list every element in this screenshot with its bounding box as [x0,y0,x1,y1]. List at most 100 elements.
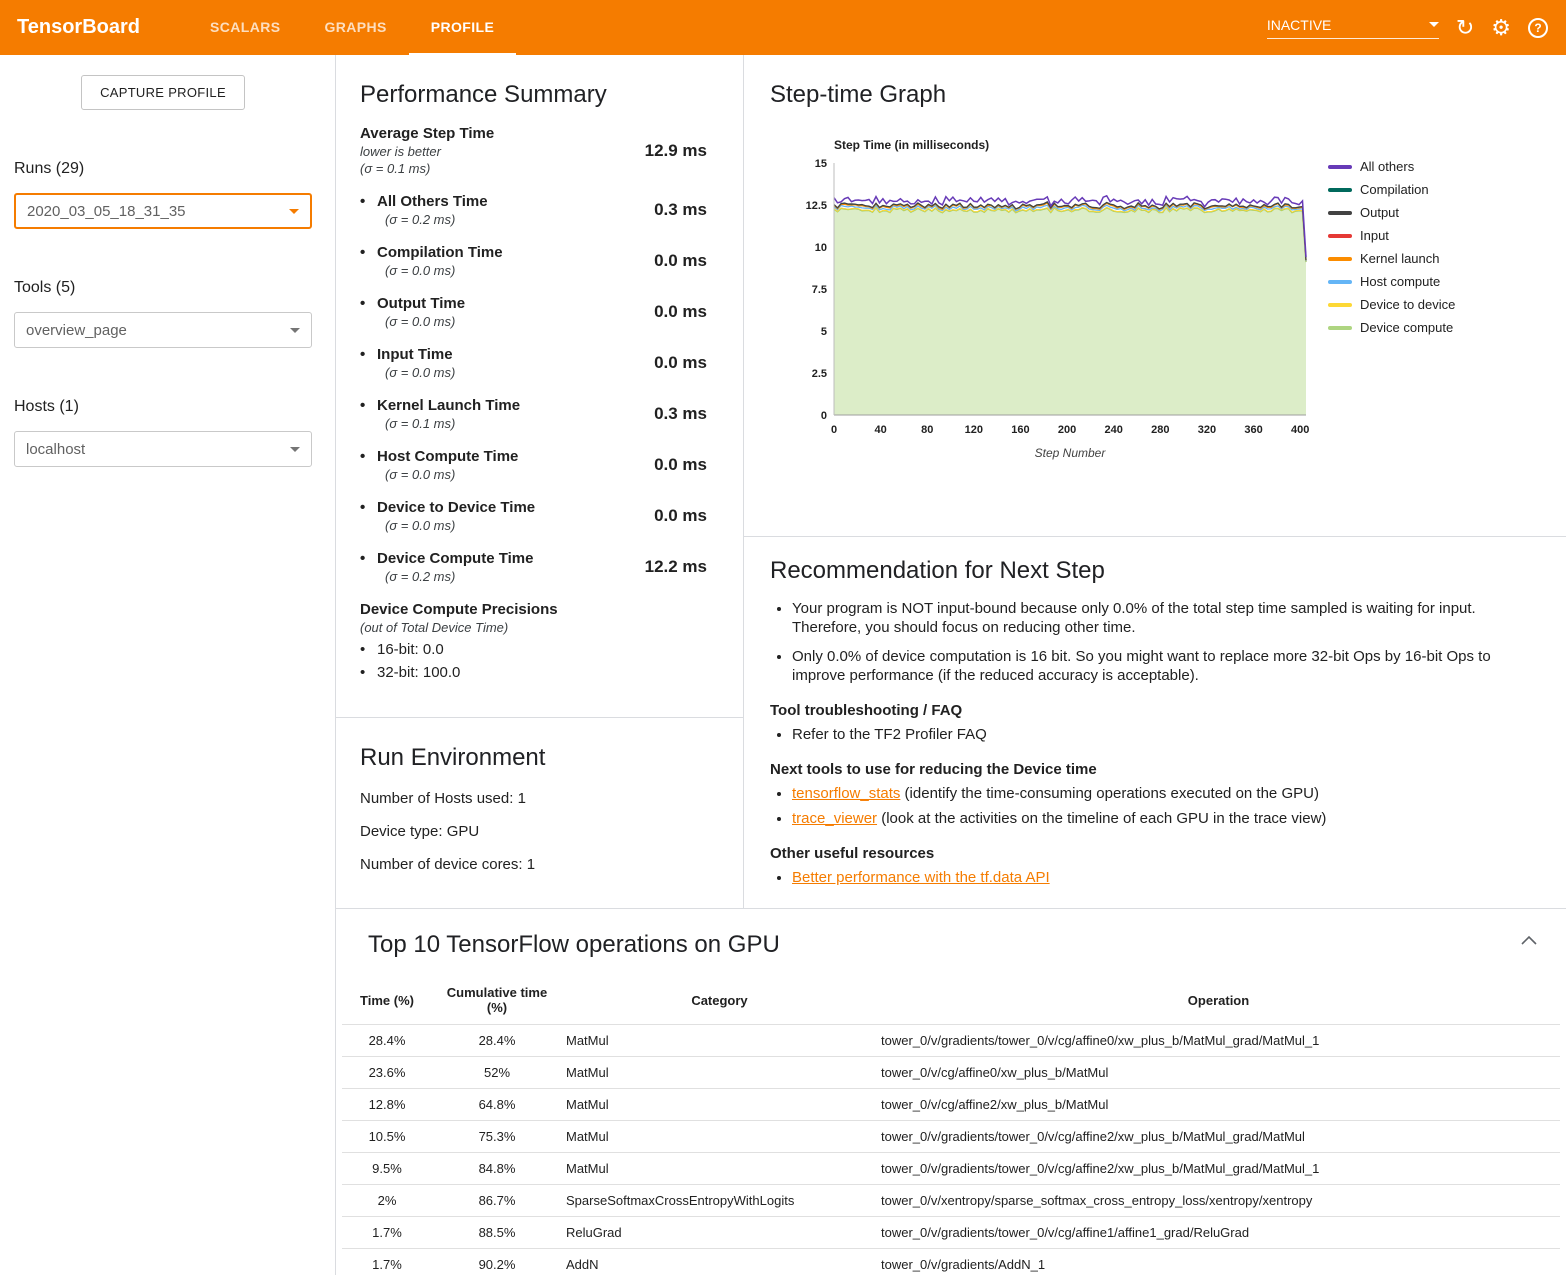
legend-swatch [1328,326,1352,330]
perf-item-text: •Input Time(σ = 0.0 ms) [360,346,455,380]
dropdown-caret-icon [290,328,300,333]
precision-item: •16-bit: 0.0 [360,641,707,658]
legend-item: Input [1328,228,1455,243]
recommendation-list: Better performance with the tf.data API [770,868,1536,887]
tab-graphs[interactable]: GRAPHS [302,0,408,55]
legend-label: Compilation [1360,182,1429,197]
table-cell: 10.5% [342,1121,432,1153]
bullet-icon: • [360,397,377,414]
table-cell: tower_0/v/gradients/tower_0/v/cg/affine0… [877,1025,1560,1057]
bullet-icon: • [360,664,377,681]
table-cell: tower_0/v/cg/affine0/xw_plus_b/MatMul [877,1057,1560,1089]
settings-gear-icon[interactable]: ⚙ [1491,17,1511,39]
top-ops-section: Top 10 TensorFlow operations on GPU Time… [336,908,1566,1275]
svg-text:400: 400 [1291,424,1309,436]
step-time-graph-section: Step-time Graph 02.557.51012.51504080120… [744,55,1566,537]
perf-item-text: •Compilation Time(σ = 0.0 ms) [360,244,503,278]
recommendation-link[interactable]: Better performance with the tf.data API [792,869,1050,886]
bullet-icon: • [360,193,377,210]
metric-value: 0.0 ms [654,251,707,271]
svg-text:5: 5 [821,326,827,338]
precisions-items: •16-bit: 0.0•32-bit: 100.0 [360,641,707,681]
metric-value: 0.0 ms [654,455,707,475]
recommendation-title: Recommendation for Next Step [770,557,1536,585]
metric-sigma: (σ = 0.0 ms) [385,467,518,482]
metric-name: •Input Time [360,346,455,363]
hosts-label: Hosts (1) [14,398,312,416]
app-body: CAPTURE PROFILE Runs (29) 2020_03_05_18_… [0,55,1566,1275]
tools-select-value: overview_page [26,322,127,339]
step-time-graph-title: Step-time Graph [770,81,1540,109]
tab-profile[interactable]: PROFILE [409,0,516,55]
recommendation-list-item: Better performance with the tf.data API [792,868,1536,887]
perf-item: •Compilation Time(σ = 0.0 ms) 0.0 ms [360,244,707,278]
column-header: Category [562,977,877,1025]
summary-column: Performance Summary Average Step Time lo… [336,55,744,908]
table-row: 12.8%64.8%MatMultower_0/v/cg/affine2/xw_… [342,1089,1560,1121]
metric-name: •Device to Device Time [360,499,535,516]
svg-text:160: 160 [1011,424,1029,436]
perf-items: •All Others Time(σ = 0.2 ms)0.3 ms•Compi… [360,193,707,584]
table-cell: 86.7% [432,1185,562,1217]
table-cell: 64.8% [432,1089,562,1121]
recommendation-list: Refer to the TF2 Profiler FAQ [770,725,1536,744]
legend-swatch [1328,303,1352,307]
table-cell: MatMul [562,1121,877,1153]
capture-profile-button[interactable]: CAPTURE PROFILE [81,75,245,110]
tools-select[interactable]: overview_page [14,312,312,348]
run-environment-lines: Number of Hosts used: 1Device type: GPUN… [360,790,719,873]
bullet-icon: • [360,244,377,261]
perf-item: •Input Time(σ = 0.0 ms)0.0 ms [360,346,707,380]
table-cell: 52% [432,1057,562,1089]
table-cell: 2% [342,1185,432,1217]
perf-item-text: •Kernel Launch Time (σ = 0.1 ms) [360,397,520,431]
dropdown-caret-icon [289,209,299,214]
metric-name: •Kernel Launch Time [360,397,520,414]
legend-swatch [1328,257,1352,261]
refresh-icon[interactable]: ↻ [1456,17,1474,39]
table-cell: 1.7% [342,1249,432,1275]
legend-swatch [1328,165,1352,169]
bullet-icon: • [360,295,377,312]
runs-field: Runs (29) 2020_03_05_18_31_35 [14,160,312,229]
perf-item: •Kernel Launch Time(σ = 0.1 ms)0.3 ms [360,397,707,431]
recommendation-link[interactable]: tensorflow_stats [792,785,900,802]
perf-item: •Device to Device Time(σ = 0.0 ms)0.0 ms [360,499,707,533]
status-select-value: INACTIVE [1267,17,1332,33]
table-cell: 90.2% [432,1249,562,1275]
svg-text:80: 80 [921,424,933,436]
column-header: Cumulative time (%) [432,977,562,1025]
hosts-select[interactable]: localhost [14,431,312,467]
metric-sigma: (σ = 0.1 ms) [385,416,520,431]
environment-line: Number of device cores: 1 [360,856,719,873]
perf-item-text: •Output Time(σ = 0.0 ms) [360,295,465,329]
hosts-field: Hosts (1) localhost [14,398,312,467]
perf-item-text: •Device to Device Time(σ = 0.0 ms) [360,499,535,533]
average-step-time: Average Step Time lower is better (σ = 0… [360,125,707,176]
recommendation-bullet: Only 0.0% of device computation is 16 bi… [792,647,1536,685]
runs-select[interactable]: 2020_03_05_18_31_35 [14,193,312,229]
svg-text:120: 120 [965,424,983,436]
help-icon[interactable]: ? [1528,18,1548,38]
recommendation-link[interactable]: trace_viewer [792,810,877,827]
table-cell: MatMul [562,1025,877,1057]
tab-scalars[interactable]: SCALARS [188,0,302,55]
svg-text:10: 10 [815,242,827,254]
status-select[interactable]: INACTIVE [1267,17,1439,39]
table-cell: ReluGrad [562,1217,877,1249]
run-environment-title: Run Environment [360,744,719,772]
legend-label: Output [1360,205,1399,220]
table-cell: 28.4% [432,1025,562,1057]
legend-item: Device to device [1328,297,1455,312]
tools-label: Tools (5) [14,279,312,297]
main-content: Performance Summary Average Step Time lo… [335,55,1566,1275]
metric-value: 12.9 ms [645,141,707,161]
perf-item-text: •All Others Time(σ = 0.2 ms) [360,193,488,227]
collapse-chevron-icon[interactable] [1520,933,1538,950]
recommendation-list: tensorflow_stats (identify the time-cons… [770,784,1536,828]
metric-sigma: (σ = 0.1 ms) [360,161,494,176]
recommendation-bullet: Your program is NOT input-bound because … [792,599,1536,637]
legend-item: Output [1328,205,1455,220]
detail-column: Step-time Graph 02.557.51012.51504080120… [744,55,1566,908]
performance-summary-section: Performance Summary Average Step Time lo… [336,55,743,718]
